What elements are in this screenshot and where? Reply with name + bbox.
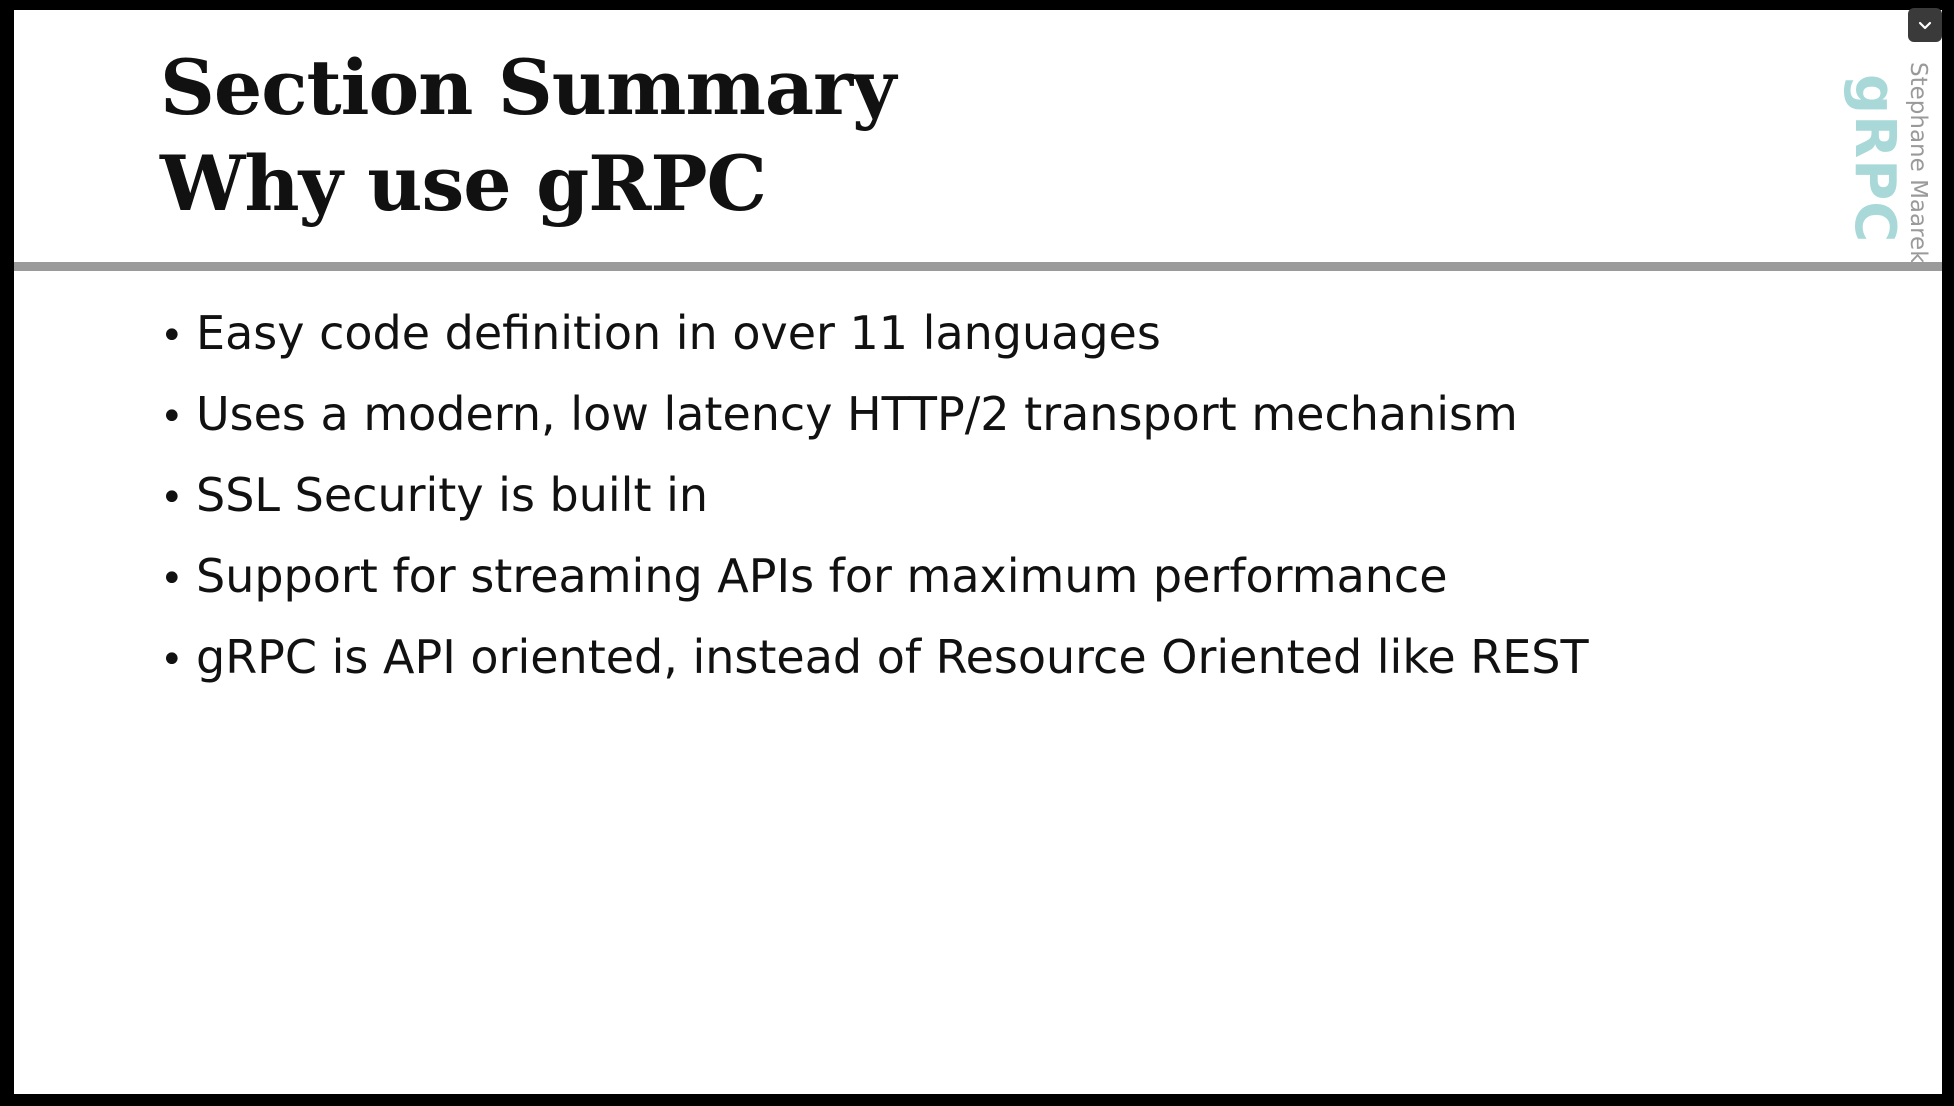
bullet-dot-icon: • [160,556,184,602]
bullet-text: Easy code definition in over 11 language… [196,306,1161,360]
bullet-text: Support for streaming APIs for maximum p… [196,549,1448,603]
collapse-button[interactable] [1908,8,1942,42]
grpc-logo: gRPC [1842,74,1907,244]
bullet-dot-icon: • [160,475,184,521]
bullet-item: • Easy code definition in over 11 langua… [160,306,1860,387]
bullet-dot-icon: • [160,313,184,359]
presentation-frame: Section Summary Why use gRPC gRPC Stepha… [0,0,1954,1106]
title-divider [14,262,1942,271]
slide-title-line-1: Section Summary [160,43,896,132]
bullet-text: Uses a modern, low latency HTTP/2 transp… [196,387,1518,441]
bullet-item: • Support for streaming APIs for maximum… [160,549,1860,630]
author-name: Stephane Maarek [1905,62,1931,264]
bullet-dot-icon: • [160,637,184,683]
bullet-dot-icon: • [160,394,184,440]
bullet-item: • gRPC is API oriented, instead of Resou… [160,630,1860,711]
bullet-item: • SSL Security is built in [160,468,1860,549]
slide: Section Summary Why use gRPC gRPC Stepha… [14,10,1942,1094]
slide-title: Section Summary Why use gRPC [160,40,1660,232]
slide-title-line-2: Why use gRPC [160,139,767,228]
bullet-text: gRPC is API oriented, instead of Resourc… [196,630,1589,684]
bullet-item: • Uses a modern, low latency HTTP/2 tran… [160,387,1860,468]
bullet-text: SSL Security is built in [196,468,709,522]
brand-block: gRPC Stephane Maarek [1826,22,1936,272]
bullet-list: • Easy code definition in over 11 langua… [160,306,1860,711]
chevron-down-icon [1918,21,1932,30]
